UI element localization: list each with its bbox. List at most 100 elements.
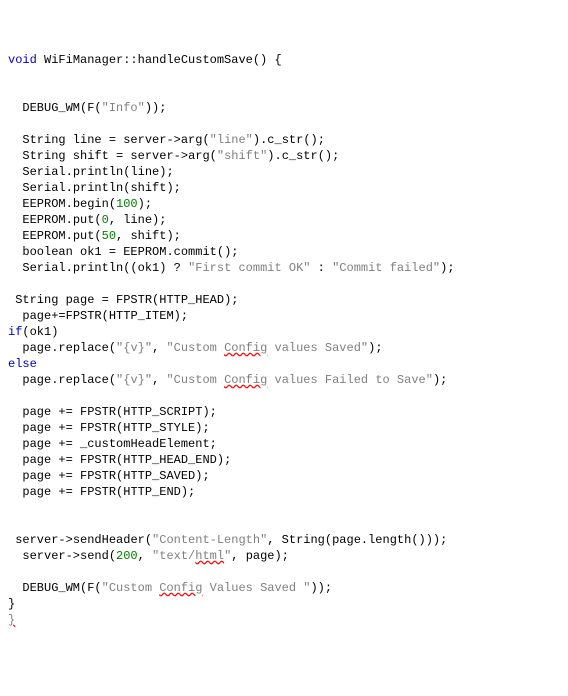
code-line[interactable] [8,84,560,100]
token-nm: FPSTR [73,453,116,467]
code-line[interactable]: page += FPSTR(HTTP_HEAD_END); [8,452,560,468]
token-kw: if [8,325,22,339]
code-line[interactable] [8,516,560,532]
token-nm: server [8,549,66,563]
token-op: ); [195,421,209,435]
code-line[interactable]: EEPROM.put(0, line); [8,212,560,228]
token-op: (); [303,133,325,147]
token-str: "shift" [217,149,267,163]
token-nm: EEPROM [116,245,166,259]
token-op: ( [109,341,116,355]
token-nm: HTTP_END [123,485,181,499]
code-line[interactable]: EEPROM.begin(100); [8,196,560,212]
code-line[interactable]: page.replace("{v}", "Custom Config value… [8,340,560,356]
token-nm: put [73,213,95,227]
code-line[interactable]: } [8,596,560,612]
code-line[interactable]: DEBUG_WM(F("Custom Config Values Saved "… [8,580,560,596]
token-str: values Saved" [267,341,368,355]
token-op: . [66,261,73,275]
token-op: ); [202,405,216,419]
token-op: += [58,421,72,435]
token-nm: page [8,373,51,387]
token-nm: HTTP_HEAD [159,293,224,307]
code-line[interactable]: String line = server->arg("line").c_str(… [8,132,560,148]
code-line[interactable]: EEPROM.put(50, shift); [8,228,560,244]
token-nm: c_str [282,149,318,163]
token-op: -> [58,533,72,547]
token-num: 100 [116,197,138,211]
code-line[interactable]: page+=FPSTR(HTTP_ITEM); [8,308,560,324]
code-line[interactable]: page += FPSTR(HTTP_STYLE); [8,420,560,436]
code-line[interactable]: Serial.println(line); [8,164,560,180]
code-line[interactable]: page += FPSTR(HTTP_SAVED); [8,468,560,484]
token-str: "Info" [102,101,145,115]
code-line[interactable]: else [8,356,560,372]
token-op: ); [275,549,289,563]
code-line[interactable]: if(ok1) [8,324,560,340]
token-nm: c_str [267,133,303,147]
token-nm: String line [8,133,109,147]
token-op: . [66,197,73,211]
token-nm: HTTP_SAVED [123,469,195,483]
code-line[interactable]: } [8,612,560,628]
token-op: ); [166,229,180,243]
token-nm: length [368,533,411,547]
code-line[interactable]: server->sendHeader("Content-Length", Str… [8,532,560,548]
token-str: "{v}" [116,341,152,355]
token-op: += [58,485,72,499]
token-op: ; [210,437,217,451]
token-op: ). [253,133,267,147]
code-line[interactable] [8,68,560,84]
token-op: ); [152,213,166,227]
token-op: ); [174,309,188,323]
token-op: -> [174,149,188,163]
code-line[interactable] [8,276,560,292]
code-line[interactable]: String shift = server->arg("shift").c_st… [8,148,560,164]
token-nm: Serial [8,261,66,275]
code-editor-content[interactable]: void WiFiManager::handleCustomSave() { D… [8,52,560,628]
token-op: -> [166,133,180,147]
code-line[interactable]: page += FPSTR(HTTP_SCRIPT); [8,404,560,420]
token-nm: boolean ok1 [8,245,109,259]
token-nm: sendHeader [73,533,145,547]
code-line[interactable] [8,116,560,132]
token-str: "Commit failed" [332,261,440,275]
token-str: Values Saved " [202,581,310,595]
token-op: += [58,469,72,483]
token-op: ( [102,309,109,323]
code-line[interactable]: String page = FPSTR(HTTP_HEAD); [8,292,560,308]
code-line[interactable]: server->send(200, "text/html", page); [8,548,560,564]
code-line[interactable]: DEBUG_WM(F("Info")); [8,100,560,116]
token-nm: ok1 [138,261,160,275]
token-str: "{v}" [116,373,152,387]
code-line[interactable] [8,564,560,580]
code-line[interactable] [8,500,560,516]
code-line[interactable]: Serial.println(shift); [8,180,560,196]
token-op: ( [22,325,29,339]
code-line[interactable]: void WiFiManager::handleCustomSave() { [8,52,560,68]
token-op: ). [267,149,281,163]
token-op: ( [202,133,209,147]
token-nm: Serial [8,165,66,179]
code-line[interactable]: page.replace("{v}", "Custom Config value… [8,372,560,388]
code-line[interactable]: boolean ok1 = EEPROM.commit(); [8,244,560,260]
token-nm: FPSTR [66,309,102,323]
token-op: , [152,341,166,355]
token-str: "text/ [152,549,195,563]
token-op: ) [51,325,58,339]
token-nm: DEBUG_WM [8,581,80,595]
token-nm: DEBUG_WM [8,101,80,115]
code-line[interactable]: Serial.println((ok1) ? "First commit OK"… [8,260,560,276]
token-nm: page [246,549,275,563]
token-nm: println [73,181,123,195]
token-op: ); [368,341,382,355]
token-op: . [66,229,73,243]
token-nm: FPSTR [73,469,116,483]
token-nm: HTTP_SCRIPT [123,405,202,419]
token-op: -> [66,549,80,563]
token-nm: send [80,549,109,563]
code-line[interactable]: page += FPSTR(HTTP_END); [8,484,560,500]
code-line[interactable] [8,388,560,404]
token-op: ); [166,181,180,195]
code-line[interactable]: page += _customHeadElement; [8,436,560,452]
